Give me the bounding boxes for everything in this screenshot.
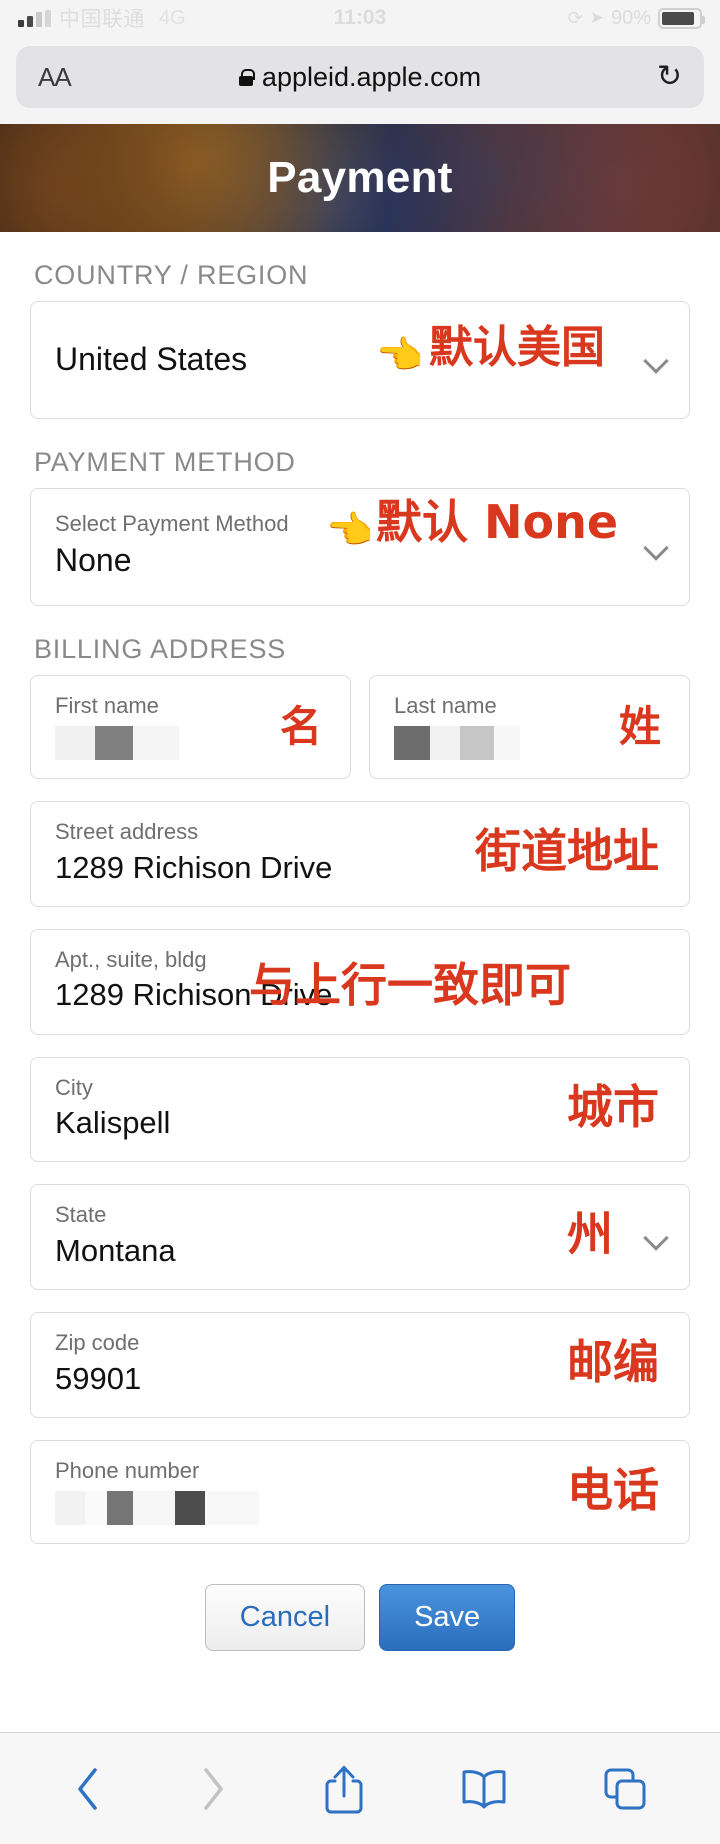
payment-form: COUNTRY / REGION United States 👈 默认美国 PA…	[0, 260, 720, 1651]
payment-method-annotation: 默认 None	[376, 499, 618, 545]
state-annotation: 州	[567, 1211, 613, 1257]
browser-bottom-toolbar	[0, 1732, 720, 1844]
lock-icon	[239, 69, 253, 86]
country-section-label: COUNTRY / REGION	[34, 260, 690, 291]
page-header: Payment	[0, 124, 720, 232]
location-arrow-icon: ➤	[590, 8, 604, 28]
name-fields-row: First name 名 Last name 姓	[30, 675, 690, 801]
cancel-button[interactable]: Cancel	[205, 1584, 365, 1651]
url-text: appleid.apple.com	[262, 62, 481, 93]
apt-suite-field[interactable]: Apt., suite, bldg 1289 Richison Drive 与上…	[30, 929, 690, 1035]
payment-method-section-label: PAYMENT METHOD	[34, 447, 690, 478]
share-icon[interactable]	[323, 1764, 365, 1814]
billing-address-section-label: BILLING ADDRESS	[34, 634, 690, 665]
form-actions: Cancel Save	[30, 1584, 690, 1651]
last-name-field[interactable]: Last name 姓	[369, 675, 690, 779]
payment-method-select[interactable]: Select Payment Method None 👈 默认 None	[30, 488, 690, 606]
pointing-hand-icon: 👈	[376, 336, 423, 374]
phone-screen: 中国联通 4G 11:03 ⟳ ➤ 90% AA appleid.apple.c…	[0, 0, 720, 1844]
address-bar[interactable]: AA appleid.apple.com ↻	[16, 46, 704, 108]
save-button[interactable]: Save	[379, 1584, 515, 1651]
street-address-field[interactable]: Street address 1289 Richison Drive 街道地址	[30, 801, 690, 907]
city-field[interactable]: City Kalispell 城市	[30, 1057, 690, 1163]
url-display: appleid.apple.com	[16, 62, 704, 93]
battery-icon	[658, 8, 702, 29]
first-name-field[interactable]: First name 名	[30, 675, 351, 779]
reload-button[interactable]: ↻	[657, 62, 682, 92]
apt-suite-annotation: 与上行一致即可	[249, 962, 571, 1008]
last-name-annotation: 姓	[619, 706, 661, 748]
street-address-annotation: 街道地址	[475, 828, 659, 874]
zip-code-field[interactable]: Zip code 59901 邮编	[30, 1312, 690, 1418]
pointing-hand-icon: 👈	[326, 511, 373, 549]
browser-chrome: AA appleid.apple.com ↻	[0, 36, 720, 124]
phone-number-annotation: 电话	[567, 1467, 659, 1513]
zip-code-annotation: 邮编	[567, 1339, 659, 1385]
state-select[interactable]: State Montana 州	[30, 1184, 690, 1290]
page-title: Payment	[267, 153, 453, 203]
country-annotation: 默认美国	[429, 326, 605, 370]
country-region-select[interactable]: United States 👈 默认美国	[30, 301, 690, 419]
clock-label: 11:03	[0, 6, 720, 30]
phone-number-field[interactable]: Phone number 电话	[30, 1440, 690, 1544]
forward-button	[198, 1766, 228, 1812]
tabs-icon[interactable]	[603, 1767, 647, 1811]
first-name-annotation: 名	[280, 706, 322, 748]
text-size-button[interactable]: AA	[38, 62, 71, 93]
city-annotation: 城市	[567, 1084, 659, 1130]
bookmarks-icon[interactable]	[460, 1768, 508, 1810]
status-bar: 中国联通 4G 11:03 ⟳ ➤ 90%	[0, 0, 720, 36]
back-button[interactable]	[73, 1766, 103, 1812]
